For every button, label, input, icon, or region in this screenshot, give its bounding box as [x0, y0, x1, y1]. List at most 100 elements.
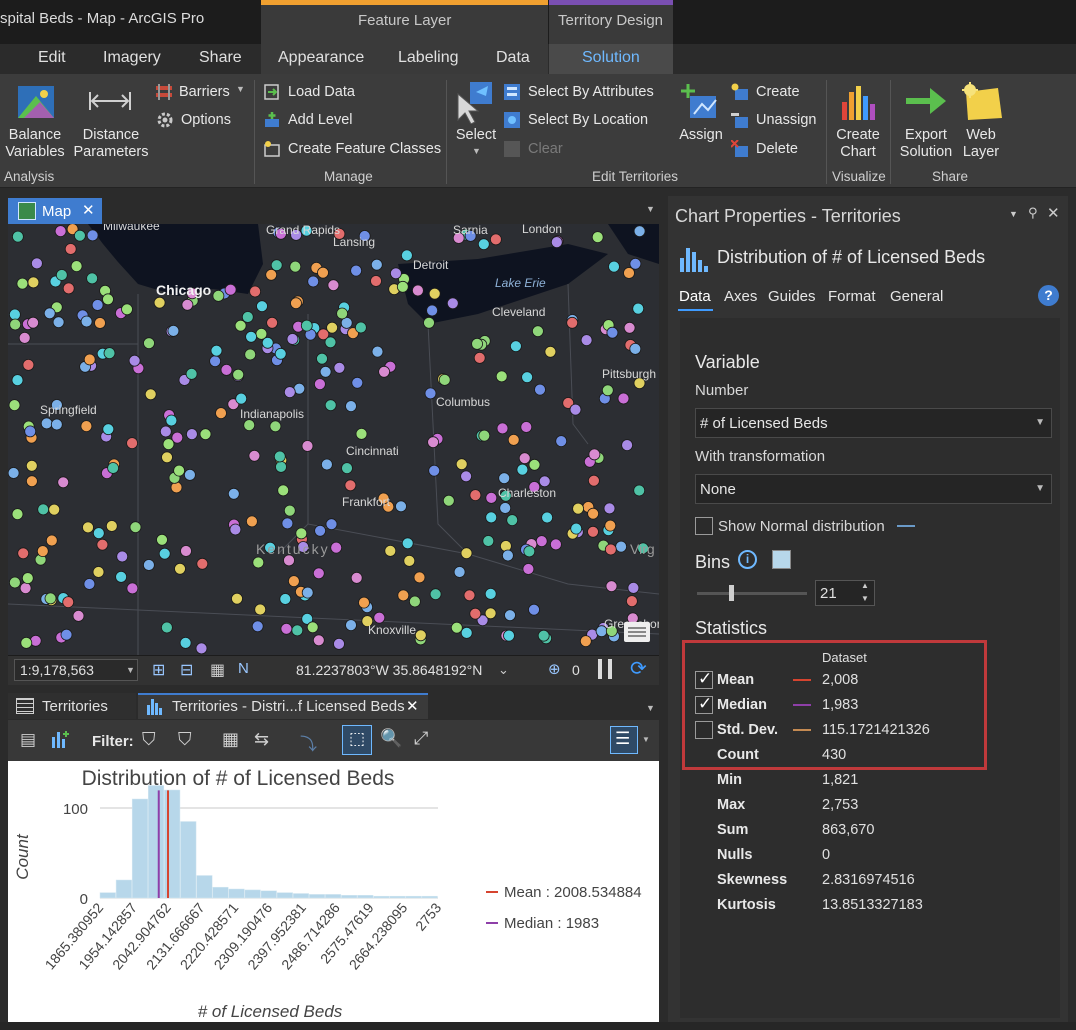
hospital-point[interactable] — [283, 386, 296, 399]
hospital-point[interactable] — [320, 458, 333, 471]
zoom-in-icon[interactable]: 🔍 — [380, 728, 402, 749]
hospital-point[interactable] — [40, 417, 53, 430]
hospital-point[interactable] — [103, 347, 116, 360]
hospital-point[interactable] — [245, 515, 258, 528]
close-pane-icon[interactable]: ✕ — [1047, 204, 1060, 222]
hospital-point[interactable] — [183, 468, 196, 481]
hospital-point[interactable] — [509, 340, 522, 353]
hospital-point[interactable] — [587, 525, 599, 538]
hospital-point[interactable] — [158, 547, 171, 560]
map-pane-menu-icon[interactable]: ▼ — [646, 204, 655, 214]
hospital-point[interactable] — [370, 275, 382, 287]
hospital-point[interactable] — [506, 514, 519, 527]
hospital-point[interactable] — [301, 586, 314, 599]
hospital-point[interactable] — [327, 279, 340, 292]
fixed-zoom-out-icon[interactable]: ⊟ — [180, 660, 193, 680]
pause-drawing-icon[interactable] — [598, 659, 612, 679]
hospital-point[interactable] — [370, 258, 383, 271]
hospital-point[interactable] — [72, 609, 85, 622]
hospital-point[interactable] — [235, 392, 248, 405]
histogram-bar[interactable] — [212, 886, 229, 899]
hospital-point[interactable] — [580, 334, 593, 346]
hospital-point[interactable] — [453, 566, 466, 578]
hospital-point[interactable] — [241, 311, 254, 323]
histogram-chart[interactable]: Distribution of # of Licensed Beds Count… — [8, 761, 659, 1023]
hospital-point[interactable] — [209, 355, 222, 368]
hospital-point[interactable] — [384, 544, 397, 557]
hospital-point[interactable] — [301, 440, 314, 452]
histogram-bar[interactable] — [244, 889, 261, 899]
hospital-point[interactable] — [354, 321, 367, 334]
hospital-point[interactable] — [324, 336, 337, 349]
hospital-point[interactable] — [156, 533, 168, 546]
bottom-pane-menu-icon[interactable]: ▼ — [646, 703, 655, 713]
hospital-point[interactable] — [496, 422, 509, 435]
hospital-point[interactable] — [501, 549, 514, 562]
hospital-point[interactable] — [220, 363, 233, 376]
hospital-point[interactable] — [528, 458, 541, 471]
north-arrow-icon[interactable]: N — [238, 660, 249, 677]
hospital-point[interactable] — [442, 494, 455, 507]
hospital-point[interactable] — [572, 502, 584, 515]
pin-icon[interactable]: ⚲ — [1028, 205, 1038, 221]
hospital-point[interactable] — [195, 642, 208, 655]
hospital-point[interactable] — [8, 467, 20, 479]
hospital-point[interactable] — [455, 458, 468, 471]
tab-imagery[interactable]: Imagery — [103, 49, 161, 67]
hospital-point[interactable] — [579, 635, 592, 648]
hospital-point[interactable] — [287, 575, 300, 588]
tab-chart-data[interactable]: Data — [679, 288, 711, 305]
hospital-point[interactable] — [345, 400, 357, 413]
hospital-point[interactable] — [167, 325, 180, 337]
hospital-point[interactable] — [588, 474, 600, 487]
hospital-point[interactable] — [350, 264, 363, 277]
hospital-point[interactable] — [161, 451, 173, 464]
hospital-point[interactable] — [541, 511, 553, 524]
legend-dropdown-icon[interactable]: ▼ — [642, 735, 650, 744]
spinner-down-icon[interactable]: ▼ — [861, 594, 869, 603]
hospital-point[interactable] — [142, 559, 155, 571]
hospital-point[interactable] — [92, 527, 105, 540]
transformation-select[interactable]: None ▼ — [695, 474, 1052, 504]
hospital-point[interactable] — [400, 249, 413, 262]
distance-parameters-button[interactable]: Distance Parameters — [72, 127, 150, 161]
balance-variables-button[interactable]: Balance Variables — [4, 127, 66, 161]
hospital-point[interactable] — [534, 383, 546, 396]
hospital-point[interactable] — [227, 487, 240, 500]
hospital-point[interactable] — [19, 582, 32, 595]
hospital-point[interactable] — [153, 296, 166, 309]
close-map-tab-icon[interactable]: ✕ — [82, 201, 95, 219]
tab-chart-format[interactable]: Format — [828, 288, 876, 305]
hospital-point[interactable] — [333, 361, 346, 374]
hospital-point[interactable] — [273, 450, 286, 463]
hospital-point[interactable] — [403, 554, 416, 567]
histogram-bar[interactable] — [405, 895, 422, 899]
hospital-point[interactable] — [126, 582, 139, 595]
bin-color-swatch[interactable] — [772, 550, 791, 569]
hospital-point[interactable] — [162, 438, 175, 451]
map-view[interactable]: Milwaukee Grand Rapids Lansing Sarnia Lo… — [8, 224, 659, 655]
hospital-point[interactable] — [269, 420, 282, 433]
map-legend-icon[interactable] — [624, 622, 650, 642]
hospital-point[interactable] — [52, 316, 65, 329]
hospital-point[interactable] — [283, 504, 296, 517]
hospital-point[interactable] — [566, 316, 579, 329]
hospital-point[interactable] — [463, 589, 476, 602]
hospital-point[interactable] — [550, 538, 562, 551]
hospital-point[interactable] — [181, 298, 194, 311]
hospital-point[interactable] — [317, 266, 329, 279]
hospital-point[interactable] — [460, 547, 473, 560]
bins-slider-track[interactable] — [697, 592, 807, 595]
hospital-point[interactable] — [306, 621, 319, 634]
full-extent-icon[interactable]: ⤢ — [414, 728, 428, 749]
filter-by-extent-icon[interactable]: ⛉ — [142, 729, 156, 750]
hospital-point[interactable] — [43, 307, 56, 320]
hospital-point[interactable] — [54, 225, 67, 237]
zoom-to-selection-icon[interactable]: ⤵ — [300, 730, 317, 755]
hospital-point[interactable] — [355, 427, 368, 440]
hospital-point[interactable] — [623, 267, 635, 279]
hospital-point[interactable] — [64, 243, 77, 255]
hospital-point[interactable] — [212, 290, 225, 302]
hospital-point[interactable] — [254, 603, 267, 616]
histogram-bar[interactable] — [373, 895, 390, 899]
